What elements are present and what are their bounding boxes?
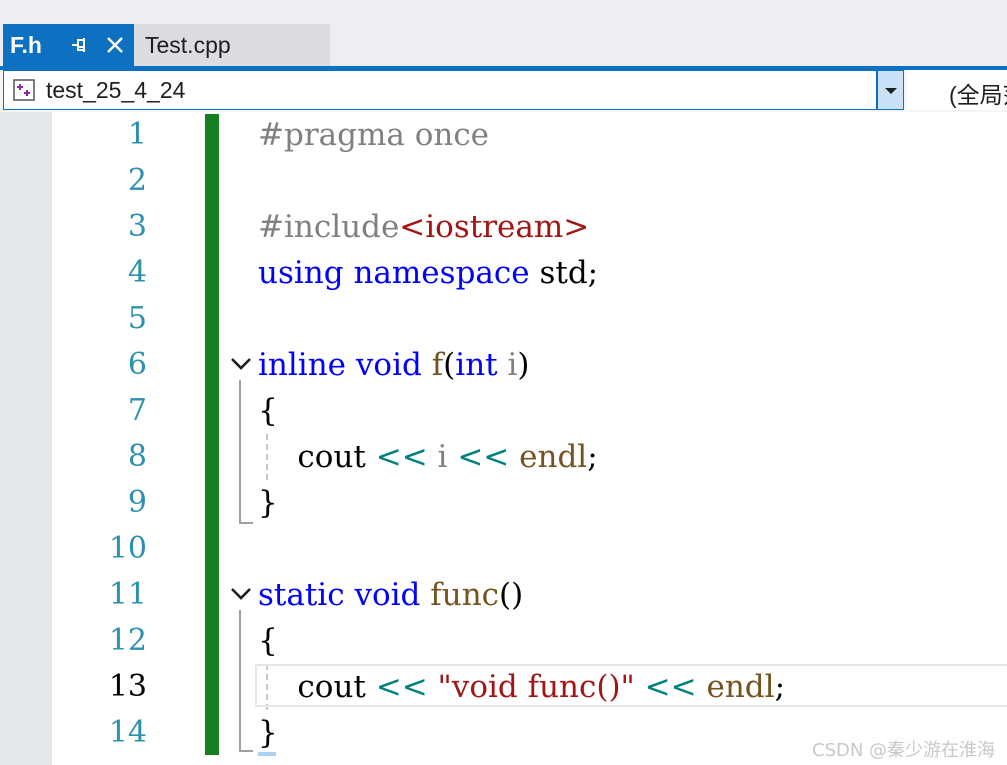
code-line-6: inline void f(int i) xyxy=(258,342,530,388)
scope-dropdown-button[interactable] xyxy=(877,70,904,110)
line-number: 3 xyxy=(127,209,147,244)
code-line-3: #include<iostream> xyxy=(258,204,589,250)
members-dropdown[interactable]: (全局范围) xyxy=(907,70,1007,110)
code-line-12: { xyxy=(258,623,278,659)
fold-collapse-icon[interactable] xyxy=(229,582,253,606)
scope-label: test_25_4_24 xyxy=(46,77,186,103)
tab-strip: F.h Test.cpp xyxy=(0,0,1007,66)
line-number: 2 xyxy=(127,163,147,198)
text-cursor xyxy=(258,752,276,756)
operator: << xyxy=(375,439,428,475)
code-line-9: } xyxy=(258,485,278,521)
string-literal: "void func()" xyxy=(437,669,635,705)
code-line-7: { xyxy=(258,393,278,429)
navigation-bar: test_25_4_24 (全局范围) xyxy=(0,70,1007,112)
fold-guide-end xyxy=(239,750,253,752)
change-tracking-bar xyxy=(205,114,219,755)
keyword: void xyxy=(354,577,421,613)
keyword: static xyxy=(258,577,345,613)
chevron-down-icon xyxy=(885,88,897,94)
line-number-current: 13 xyxy=(108,669,147,704)
code-line-11: static void func() xyxy=(258,572,523,618)
keyword: using xyxy=(258,255,344,291)
keyword: void xyxy=(355,347,422,383)
identifier: cout xyxy=(297,439,366,475)
line-number: 4 xyxy=(127,255,147,290)
line-number: 1 xyxy=(127,117,147,152)
code-line-8: cout << i << endl; xyxy=(258,434,598,480)
keyword: int xyxy=(455,347,498,383)
function-name: func xyxy=(430,577,500,613)
paren: ) xyxy=(517,347,530,383)
paren: () xyxy=(499,577,524,613)
fold-collapse-icon[interactable] xyxy=(229,352,253,376)
line-number: 6 xyxy=(127,347,147,382)
line-number-gutter: 1 2 3 4 5 6 7 8 9 10 11 12 13 14 xyxy=(52,112,152,765)
line-number: 10 xyxy=(108,531,147,566)
code-line-1: #pragma once xyxy=(258,117,490,153)
tab-label: Test.cpp xyxy=(145,31,231,58)
identifier: endl xyxy=(519,439,588,475)
close-icon[interactable] xyxy=(104,34,126,56)
line-number: 9 xyxy=(127,485,147,520)
watermark: CSDN @秦少游在淮海 xyxy=(812,740,996,761)
preprocessor-directive: #include xyxy=(258,209,400,245)
paren: ( xyxy=(443,347,456,383)
line-number: 14 xyxy=(108,715,147,750)
operator: << xyxy=(644,669,697,705)
code-line-14: } xyxy=(258,715,278,751)
function-name: f xyxy=(431,347,444,383)
line-number: 7 xyxy=(127,393,147,428)
code-editor[interactable]: 1 2 3 4 5 6 7 8 9 10 11 12 13 14 #pragma… xyxy=(0,112,1007,765)
pin-icon[interactable] xyxy=(70,36,88,54)
include-header: <iostream> xyxy=(399,209,590,245)
tab-label: F.h xyxy=(10,31,42,58)
operator: << xyxy=(457,439,510,475)
fold-guide-end xyxy=(239,522,253,524)
line-number: 8 xyxy=(127,439,147,474)
scope-dropdown[interactable]: test_25_4_24 xyxy=(3,70,877,110)
parameter: i xyxy=(437,439,448,475)
line-number: 12 xyxy=(108,623,147,658)
keyword: namespace xyxy=(353,255,530,291)
parameter: i xyxy=(507,347,518,383)
semicolon: ; xyxy=(774,669,786,705)
code-text: std; xyxy=(529,255,599,291)
identifier: cout xyxy=(297,669,366,705)
members-label: (全局范围) xyxy=(949,82,1007,108)
line-number: 11 xyxy=(108,577,147,612)
tab-test-cpp[interactable]: Test.cpp xyxy=(134,24,330,66)
tab-f-h[interactable]: F.h xyxy=(3,24,134,66)
code-line-4: using namespace std; xyxy=(258,250,598,296)
line-number: 5 xyxy=(127,301,147,336)
keyword: inline xyxy=(258,347,347,383)
semicolon: ; xyxy=(587,439,598,475)
operator: << xyxy=(375,669,428,705)
code-line-13: cout << "void func()" << endl; xyxy=(258,664,785,710)
glyph-margin xyxy=(0,112,52,765)
identifier: endl xyxy=(706,669,775,705)
fold-guide xyxy=(239,610,241,752)
class-scope-icon xyxy=(13,79,35,101)
fold-guide xyxy=(239,380,241,524)
